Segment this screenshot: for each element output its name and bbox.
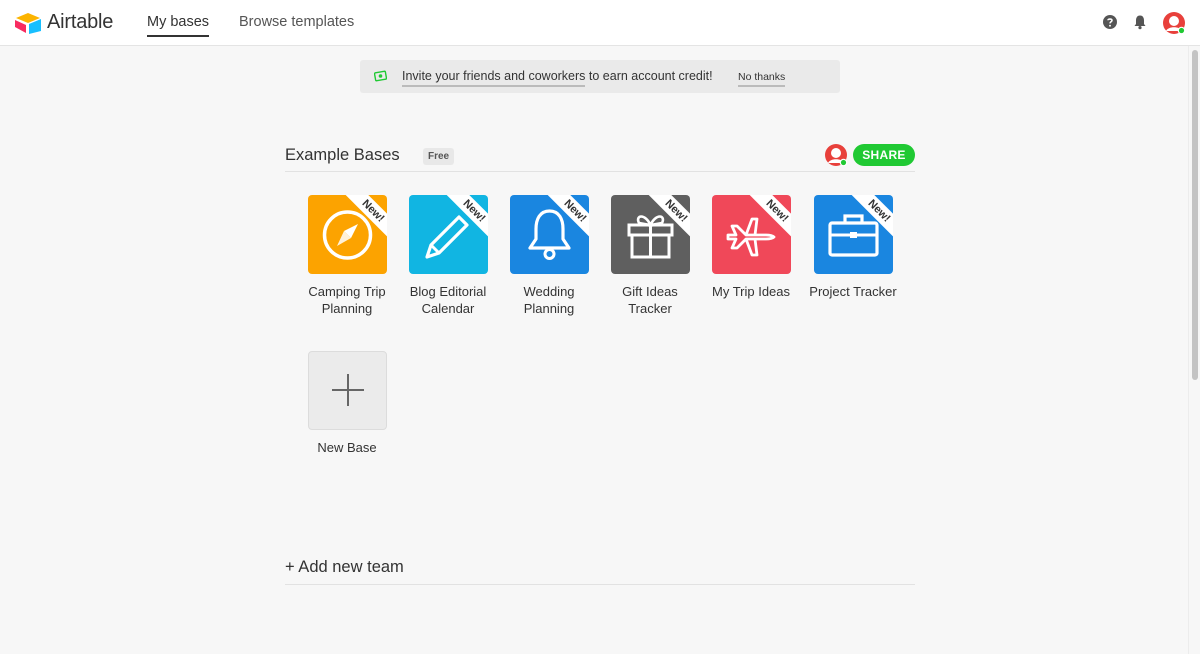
- app-name: Airtable: [47, 11, 114, 33]
- airtable-logo-icon: [15, 12, 41, 34]
- base-wedding-planning[interactable]: New! Wedding Planning: [501, 195, 597, 317]
- base-camping-trip-planning[interactable]: New! Camping Trip Planning: [299, 195, 395, 317]
- base-name: Camping Trip Planning: [308, 284, 386, 316]
- user-avatar[interactable]: [1162, 11, 1186, 35]
- add-new-team-button[interactable]: + Add new team: [285, 558, 915, 585]
- base-tile[interactable]: New!: [509, 195, 589, 274]
- tab-browse-templates[interactable]: Browse templates: [239, 14, 354, 30]
- workspace-header: Example Bases Free SHARE: [285, 141, 915, 172]
- help-icon[interactable]: [1102, 14, 1118, 30]
- airtable-logo[interactable]: Airtable: [14, 11, 113, 34]
- base-blog-editorial-calendar[interactable]: New! Blog Editorial Calendar: [400, 195, 496, 317]
- base-my-trip-ideas[interactable]: New! My Trip Ideas: [703, 195, 799, 300]
- banner-rest-text: to earn account credit!: [585, 69, 713, 83]
- workspace-collaborator-avatar[interactable]: [824, 143, 848, 167]
- new-base-button[interactable]: New Base: [299, 351, 395, 456]
- base-name: My Trip Ideas: [711, 284, 791, 299]
- top-nav-bar: Airtable My bases Browse templates: [0, 0, 1200, 46]
- page-scrollbar[interactable]: [1188, 46, 1200, 654]
- new-base-tile[interactable]: [307, 351, 387, 430]
- base-name: Project Tracker: [809, 284, 897, 299]
- money-icon: [374, 70, 387, 82]
- new-base-label: New Base: [317, 440, 377, 455]
- base-name: Gift Ideas Tracker: [622, 284, 678, 316]
- no-thanks-button[interactable]: No thanks: [738, 71, 786, 87]
- base-tile[interactable]: New!: [610, 195, 690, 274]
- plan-badge[interactable]: Free: [423, 148, 455, 165]
- plus-icon: [331, 374, 364, 406]
- invite-link[interactable]: Invite your friends and coworkers: [402, 69, 586, 87]
- share-button[interactable]: SHARE: [853, 144, 915, 166]
- base-gift-ideas-tracker[interactable]: New! Gift Ideas Tracker: [602, 195, 698, 317]
- base-tile[interactable]: New!: [711, 195, 791, 274]
- workspace-title[interactable]: Example Bases: [285, 146, 400, 165]
- base-tile[interactable]: New!: [813, 195, 893, 274]
- tab-my-bases[interactable]: My bases: [147, 14, 210, 37]
- scrollbar-thumb[interactable]: [1192, 50, 1198, 380]
- base-project-tracker[interactable]: New! Project Tracker: [805, 195, 901, 300]
- base-name: Wedding Planning: [523, 284, 575, 316]
- base-tile[interactable]: New!: [307, 195, 387, 274]
- invite-banner: Invite your friends and coworkers to ear…: [360, 60, 840, 93]
- banner-message: Invite your friends and coworkers to ear…: [402, 69, 713, 87]
- base-tile[interactable]: New!: [408, 195, 488, 274]
- base-name: Blog Editorial Calendar: [409, 284, 487, 316]
- notifications-bell-icon[interactable]: [1132, 14, 1148, 30]
